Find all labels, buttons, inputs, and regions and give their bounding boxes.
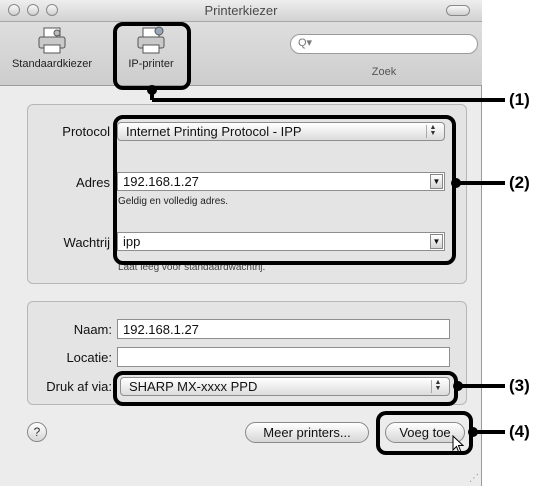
callout-1: (1) — [509, 90, 530, 109]
callout-2: (2) — [509, 173, 530, 192]
callout-3: (3) — [509, 376, 530, 395]
callout-4: (4) — [509, 422, 530, 441]
callout-leaders — [147, 85, 505, 437]
